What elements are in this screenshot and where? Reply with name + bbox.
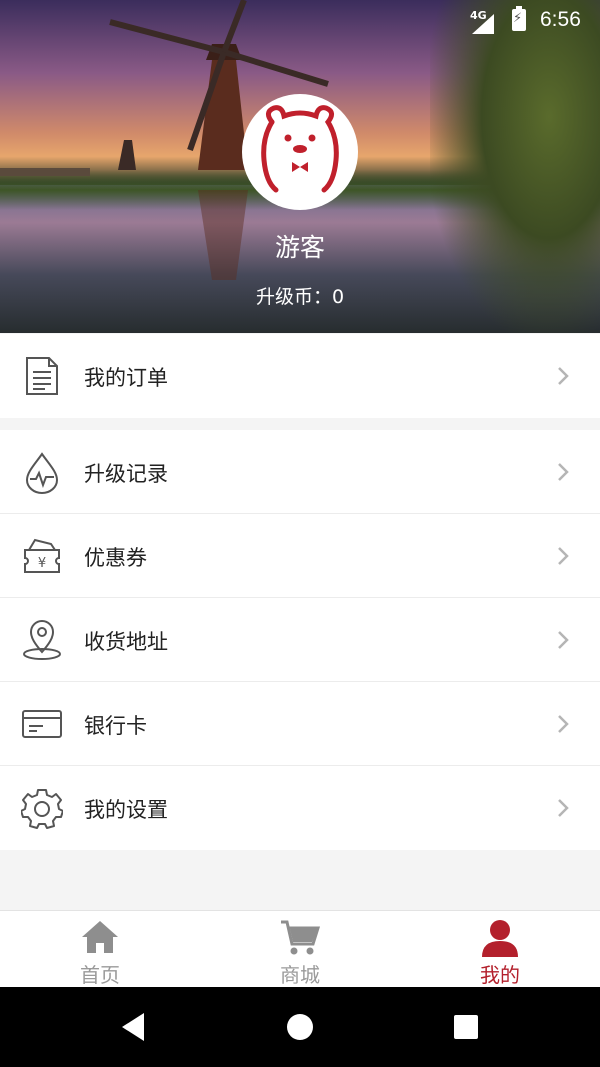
menu-item-label: 收货地址 (84, 630, 168, 654)
menu-item-label: 优惠券 (84, 546, 147, 570)
bank-card-icon (22, 710, 62, 738)
tab-mine[interactable]: 我的 (400, 911, 600, 988)
back-icon[interactable] (118, 1011, 148, 1043)
menu-item-bank-card[interactable]: 银行卡 (0, 682, 600, 766)
chevron-right-icon (558, 367, 569, 385)
system-navigation-bar (0, 987, 600, 1067)
chevron-right-icon (558, 547, 569, 565)
battery-charging-icon (512, 6, 526, 31)
tab-label: 我的 (480, 963, 520, 987)
coupon-yen-icon: ¥ (24, 538, 60, 573)
menu-item-label: 银行卡 (84, 714, 147, 738)
gear-icon (21, 789, 63, 829)
bear-avatar-icon (261, 105, 339, 193)
menu-item-label: 我的设置 (84, 798, 168, 822)
document-icon (26, 357, 58, 395)
menu-item-label: 我的订单 (84, 366, 168, 390)
chevron-right-icon (558, 799, 569, 817)
status-bar: 4G 6:56 (0, 0, 600, 42)
signal-icon (472, 14, 494, 34)
menu-item-upgrade-records[interactable]: 升级记录 (0, 430, 600, 514)
tab-label: 商城 (280, 963, 320, 987)
menu-item-coupons[interactable]: ¥ 优惠券 (0, 514, 600, 598)
user-name[interactable]: 游客 (200, 228, 400, 264)
orders-group: 我的订单 (0, 334, 600, 418)
home-circle-icon[interactable] (285, 1012, 315, 1042)
menu-item-my-orders[interactable]: 我的订单 (0, 334, 600, 418)
upgrade-coins: 升级币：0 (180, 282, 420, 309)
svg-text:¥: ¥ (38, 556, 46, 571)
home-icon (82, 921, 118, 953)
coins-label: 升级币： (255, 286, 332, 308)
profile-header: 4G 6:56 游客 升级币：0 (0, 0, 600, 333)
recents-icon[interactable] (453, 1014, 479, 1040)
tab-home[interactable]: 首页 (0, 911, 200, 988)
pulse-drop-icon (25, 452, 59, 494)
bottom-tab-bar: 首页 商城 我的 (0, 910, 600, 987)
user-icon (482, 920, 518, 957)
cart-icon (281, 920, 320, 955)
coins-value: 0 (331, 286, 345, 308)
menu-item-shipping-address[interactable]: 收货地址 (0, 598, 600, 682)
location-pin-icon (23, 620, 61, 660)
tab-label: 首页 (80, 963, 120, 987)
chevron-right-icon (558, 631, 569, 649)
tab-mall[interactable]: 商城 (200, 911, 400, 988)
profile-screen: 4G 6:56 游客 升级币：0 (0, 0, 600, 1067)
avatar[interactable] (242, 94, 358, 210)
clock: 6:56 (540, 8, 581, 31)
chevron-right-icon (558, 715, 569, 733)
chevron-right-icon (558, 463, 569, 481)
menu-item-my-settings[interactable]: 我的设置 (0, 766, 600, 850)
menu-group: 升级记录 ¥ 优惠券 收货地址 银行卡 我的设置 (0, 430, 600, 850)
menu-item-label: 升级记录 (84, 462, 168, 486)
